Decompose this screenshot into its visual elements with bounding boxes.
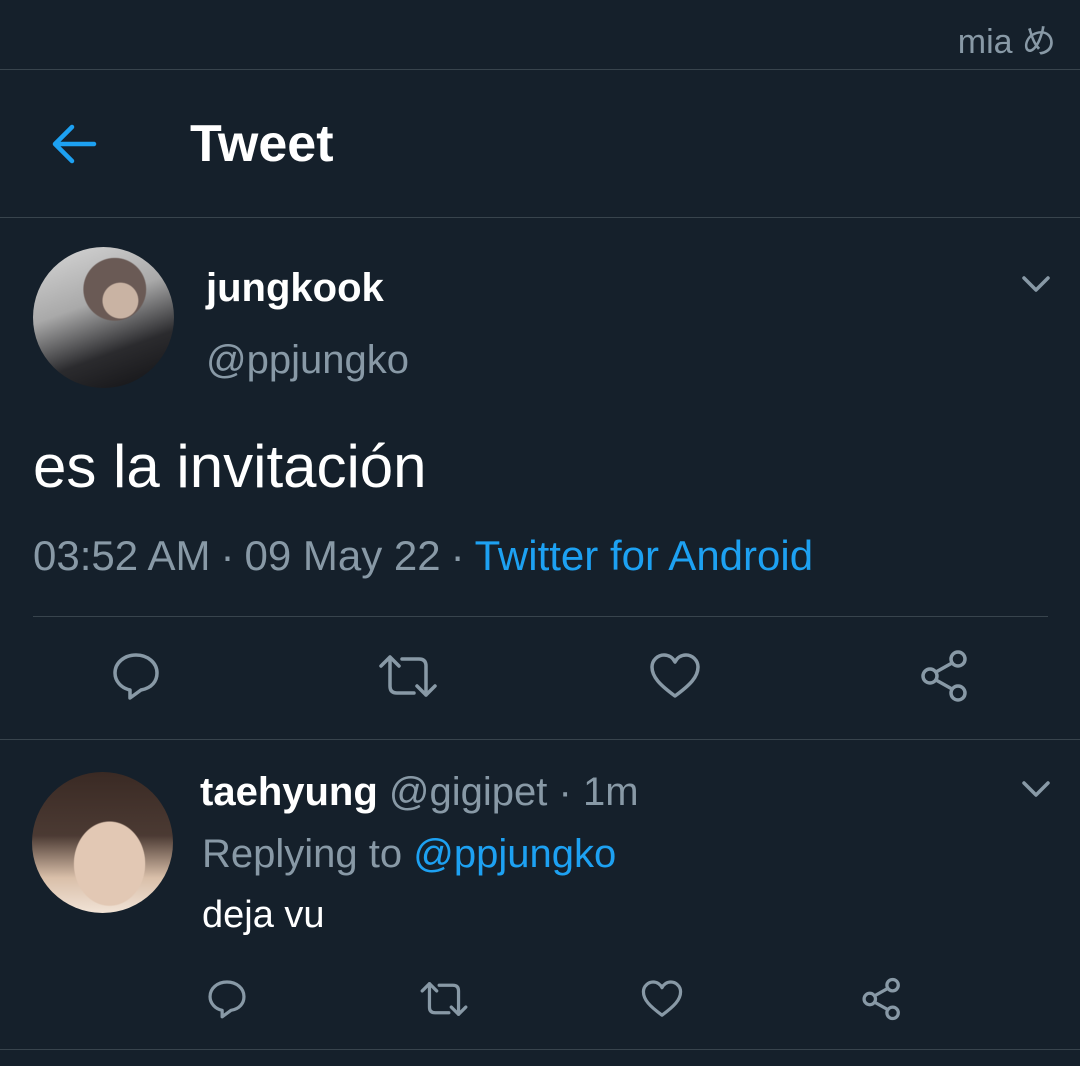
share-button[interactable] (916, 648, 974, 704)
replying-to-mention[interactable]: @ppjungko (413, 832, 616, 876)
divider (0, 739, 1080, 740)
meta-separator: · (558, 770, 572, 814)
reply-author-name[interactable]: taehyung (200, 770, 378, 814)
tweet-menu-button[interactable] (1016, 270, 1056, 300)
share-icon (921, 650, 967, 702)
meta-separator: · (220, 532, 235, 579)
chevron-down-icon (1022, 276, 1050, 292)
share-icon (862, 977, 900, 1021)
author-name[interactable]: jungkook (206, 266, 384, 311)
tweet-time: 03:52 AM (33, 532, 211, 579)
retweet-icon (379, 655, 437, 697)
like-button[interactable] (646, 648, 704, 704)
divider (0, 1049, 1080, 1050)
header: Tweet (0, 70, 1080, 218)
reply-icon (113, 653, 159, 700)
divider (33, 616, 1048, 617)
reply-header: taehyung @gigipet · 1m (200, 770, 639, 815)
share-button[interactable] (857, 976, 907, 1022)
retweet-button[interactable] (416, 976, 472, 1022)
like-button[interactable] (637, 976, 687, 1022)
reply-text: deja vu (202, 894, 325, 936)
reply-menu-button[interactable] (1016, 775, 1056, 805)
reply-icon (208, 980, 246, 1019)
meta-separator: · (450, 532, 465, 579)
reply-button[interactable] (104, 648, 168, 704)
replying-to: Replying to @ppjungko (202, 832, 616, 877)
reply-time: 1m (582, 770, 639, 814)
back-button[interactable] (44, 114, 104, 174)
like-icon (650, 653, 700, 698)
retweet-button[interactable] (372, 648, 444, 704)
reply-author-handle[interactable]: @gigipet (389, 770, 547, 814)
avatar[interactable] (33, 247, 174, 388)
tweet-source-link[interactable]: Twitter for Android (475, 532, 813, 579)
tweet-date: 09 May 22 (244, 532, 441, 579)
author-handle[interactable]: @ppjungko (206, 338, 409, 383)
chevron-down-icon (1022, 781, 1050, 797)
reply-button[interactable] (202, 976, 252, 1022)
tweet-meta: 03:52 AM · 09 May 22 · Twitter for Android (33, 532, 813, 580)
page-title: Tweet (190, 115, 334, 173)
replying-to-label: Replying to (202, 832, 403, 876)
avatar[interactable] (32, 772, 173, 913)
status-text: mia め (957, 23, 1056, 61)
retweet-icon (420, 982, 468, 1016)
arrow-left-icon (52, 124, 97, 164)
tweet-text: es la invitación (33, 433, 427, 500)
status-bar: mia め (0, 0, 1080, 70)
like-icon (641, 980, 683, 1017)
